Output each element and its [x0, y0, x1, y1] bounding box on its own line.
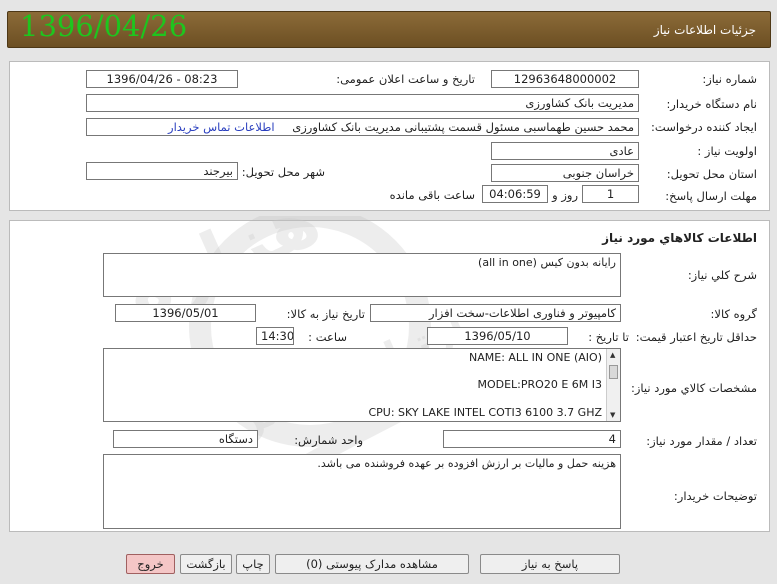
priority-label: اولویت نیاز :: [697, 144, 757, 158]
deadline-days-field: 1: [582, 185, 639, 203]
reply-button[interactable]: پاسخ به نیاز: [480, 554, 620, 574]
spec-line-3: CPU: SKY LAKE INTEL COTI3 6100 3.7 GHZ: [368, 406, 602, 419]
spec-line-1: NAME: ALL IN ONE (AIO): [469, 351, 602, 364]
to-date-label: تا تاریخ :: [588, 330, 629, 344]
buyer-notes-textarea: هزینه حمل و مالیات بر ارزش افزوده بر عهد…: [103, 454, 621, 529]
goods-section-title: اطلاعات کالاهاي مورد نياز: [602, 231, 757, 245]
spec-line-2: MODEL:PRO20 E 6M I3: [477, 378, 602, 391]
days-word: روز و: [552, 188, 578, 202]
need-date-label: تاریخ نیاز به کالا:: [286, 307, 365, 321]
announce-field: 1396/04/26 - 08:23: [86, 70, 238, 88]
creator-text: محمد حسین طهماسبی مسئول قسمت پشتیبانی مد…: [292, 120, 634, 134]
print-button[interactable]: چاپ: [236, 554, 270, 574]
exit-button[interactable]: خروج: [126, 554, 175, 574]
creator-label: ایجاد کننده درخواست:: [651, 120, 757, 134]
contact-info-link[interactable]: اطلاعات تماس خریدار: [168, 120, 275, 134]
remaining-label: ساعت باقی مانده: [389, 188, 475, 202]
unit-label: واحد شمارش:: [294, 433, 363, 447]
need-number-label: شماره نیاز:: [702, 72, 757, 86]
deadline-time-field: 04:06:59: [482, 185, 548, 203]
priority-field: عادی: [491, 142, 639, 160]
need-date-field: 1396/05/01: [115, 304, 256, 322]
page-title: جزئیات اطلاعات نیاز: [653, 23, 756, 37]
spec-label: مشخصات کالاي مورد نياز:: [630, 381, 757, 395]
group-field: کامپیوتر و فناوری اطلاعات-سخت افزار: [370, 304, 621, 322]
spec-scrollbar[interactable]: ▲ ▼: [606, 349, 620, 421]
announce-label: تاریخ و ساعت اعلان عمومی:: [336, 72, 475, 86]
province-label: استان محل تحویل:: [666, 167, 757, 181]
desc-textarea: رایانه بدون کیس (all in one): [103, 253, 621, 297]
deadline-label: مهلت ارسال پاسخ:: [665, 189, 757, 203]
buyer-org-label: نام دستگاه خریدار:: [666, 97, 757, 111]
attachments-button[interactable]: مشاهده مدارک پیوستی (0): [275, 554, 469, 574]
scroll-up-icon[interactable]: ▲: [610, 351, 615, 359]
group-label: گروه کالا:: [710, 307, 757, 321]
hour-label: ساعت :: [308, 330, 347, 344]
title-bar: 1396/04/26 جزئیات اطلاعات نیاز: [7, 9, 771, 48]
buyer-org-field: مدیریت بانک کشاورزی: [86, 94, 639, 112]
creator-field: محمد حسین طهماسبی مسئول قسمت پشتیبانی مد…: [86, 118, 639, 136]
desc-label: شرح کلي نياز:: [687, 268, 757, 282]
qty-label: تعداد / مقدار مورد نیاز:: [646, 434, 757, 448]
city-label: شهر محل تحویل:: [241, 165, 325, 179]
scroll-down-icon[interactable]: ▼: [610, 411, 615, 419]
spec-textarea[interactable]: NAME: ALL IN ONE (AIO) MODEL:PRO20 E 6M …: [103, 348, 621, 422]
buyer-notes-label: توضیحات خریدار:: [673, 489, 757, 503]
city-field: بیرجند: [86, 162, 238, 180]
min-validity-label: حداقل تاریخ اعتبار قیمت:: [635, 330, 757, 344]
need-number-field: 12963648000002: [491, 70, 639, 88]
back-button[interactable]: بازگشت: [180, 554, 232, 574]
hour-field: 14:30: [256, 327, 294, 345]
province-field: خراسان جنوبی: [491, 164, 639, 182]
qty-field: 4: [443, 430, 621, 448]
header-date: 1396/04/26: [20, 9, 188, 43]
to-date-field: 1396/05/10: [427, 327, 568, 345]
unit-field: دستگاه: [113, 430, 258, 448]
scroll-thumb[interactable]: [609, 365, 618, 379]
